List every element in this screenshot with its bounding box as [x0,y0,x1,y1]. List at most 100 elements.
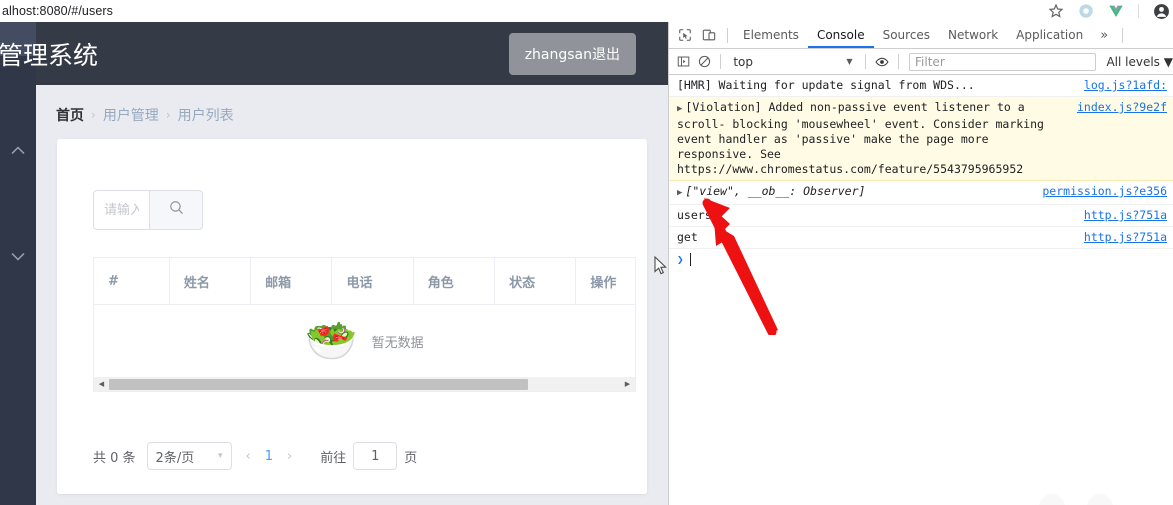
table-horizontal-scrollbar[interactable]: ◀ ▶ [93,377,636,392]
page-size-label: 2条/页 [155,450,195,466]
chevron-down-icon: ▼ [846,57,853,66]
app-sidebar[interactable] [0,22,36,505]
jump-prefix-label: 前往 [320,450,347,466]
console-message: [HMR] Waiting for update signal from WDS… [677,78,975,92]
table-header: # 姓名 邮箱 电话 角色 状态 操作 [93,257,636,305]
address-bar[interactable]: alhost:8080/#/users [0,0,113,22]
console-filter-input[interactable] [909,52,1097,71]
profile-avatar-icon[interactable] [1153,3,1169,19]
chevron-down-icon[interactable] [0,246,36,266]
console-messages: [HMR] Waiting for update signal from WDS… [669,75,1173,270]
jump-page-input[interactable] [353,442,398,470]
devtools-tabbar: Elements Console Sources Network Applica… [669,22,1173,49]
console-row-violation[interactable]: ▶ [Violation] Added non-passive event lis… [669,97,1173,181]
pagination-page-1[interactable]: 1 [265,449,273,464]
text-cursor [689,253,691,266]
empty-bowl-icon: 🥗 [305,317,358,364]
search-group [93,190,203,230]
context-label: top [733,54,753,69]
expand-arrow-icon[interactable]: ▶ [677,104,682,114]
tabbar-divider-right [1122,27,1124,43]
console-prompt[interactable]: ❯ [669,249,1173,270]
tab-network[interactable]: Network [939,22,1007,48]
scrollbar-thumb[interactable] [109,378,529,390]
column-header-name[interactable]: 姓名 [169,257,252,305]
page-size-select[interactable]: 2条/页 ▾ [146,442,232,470]
pagination-total: 共 0 条 [93,450,136,466]
extension-circle-icon[interactable] [1078,3,1094,19]
url-text: alhost:8080/#/users [2,4,114,18]
expand-arrow-icon[interactable]: ▶ [677,188,682,198]
filterbar-divider-2 [864,54,866,69]
scroll-left-arrow-icon[interactable]: ◀ [94,377,109,391]
vue-devtools-icon[interactable] [1108,3,1124,19]
column-header-index[interactable]: # [93,257,170,305]
console-context-select[interactable]: top ▼ [727,55,858,69]
log-level-select[interactable]: All levels ▼ [1106,55,1173,69]
tab-sources[interactable]: Sources [874,22,939,48]
filterbar-divider-3 [898,54,900,69]
console-source-link[interactable]: http.js?751a [1084,230,1167,245]
console-row-users[interactable]: users http.js?751a [669,205,1173,227]
empty-state-text: 暂无数据 [371,335,424,351]
observer-text: ["view", __ob__: Observer] [685,184,866,198]
user-table: # 姓名 邮箱 电话 角色 状态 操作 🥗 暂无数据 ◀ ▶ [93,257,636,392]
column-header-actions[interactable]: 操作 [575,257,636,305]
column-header-phone[interactable]: 电话 [331,257,414,305]
console-sidebar-icon[interactable] [673,50,694,74]
column-header-role[interactable]: 角色 [413,257,496,305]
scrollbar-track[interactable] [109,378,620,391]
user-table-element: # 姓名 邮箱 电话 角色 状态 操作 [93,257,636,305]
search-input[interactable] [93,190,149,230]
scroll-right-arrow-icon[interactable]: ▶ [620,377,635,391]
bookmark-star-icon[interactable] [1048,3,1064,19]
chevron-down-icon: ▾ [218,451,223,461]
column-header-email[interactable]: 邮箱 [250,257,333,305]
pagination: 共 0 条 2条/页 ▾ ‹ 1 › 前往 页 [93,442,417,470]
page-title: 管理系统 [0,40,99,70]
console-row-hmr[interactable]: [HMR] Waiting for update signal from WDS… [669,75,1173,97]
console-row-get[interactable]: get http.js?751a [669,227,1173,249]
breadcrumb-item-user-management[interactable]: 用户管理 [103,105,159,125]
pagination-next-icon[interactable]: › [284,449,295,464]
pagination-prev-icon[interactable]: ‹ [243,449,254,464]
console-source-link[interactable]: index.js?9e2f [1077,100,1167,115]
tab-console[interactable]: Console [808,22,874,48]
console-message: ▶ ["view", __ob__: Observer] [677,184,1036,201]
inspect-element-icon[interactable] [673,23,697,47]
live-expression-icon[interactable] [871,50,892,74]
search-icon [168,199,185,221]
tab-elements[interactable]: Elements [734,22,808,48]
console-source-link[interactable]: permission.js?e356 [1042,184,1167,199]
app-header: 管理系统 zhangsan退出 [0,22,668,85]
console-row-observer[interactable]: ▶ ["view", __ob__: Observer] permission.j… [669,181,1173,205]
browser-toolbar-icons [1048,0,1169,22]
main-content: 首页 › 用户管理 › 用户列表 请输入内容 # 姓名 邮箱 电话 角色 状态 … [36,85,668,505]
console-source-link[interactable]: log.js?1afd: [1084,78,1167,93]
breadcrumb-item-home[interactable]: 首页 [56,105,84,125]
mouse-cursor-icon [654,255,667,280]
console-message: users [677,208,712,222]
breadcrumb-item-user-list[interactable]: 用户列表 [178,105,234,125]
tab-application[interactable]: Application [1007,22,1092,48]
devtools-panel: Elements Console Sources Network Applica… [668,22,1173,505]
ghost-circles-decoration [1030,485,1150,505]
jump-suffix-label: 页 [404,450,418,466]
device-toolbar-icon[interactable] [697,23,721,47]
browser-toolbar: alhost:8080/#/users [0,0,1173,22]
filterbar-divider [720,54,722,69]
column-header-status[interactable]: 状态 [494,257,577,305]
screen-root: alhost:8080/#/users 管理系统 zhangsan退出 首页 ›… [0,0,1173,505]
console-message: ▶ [Violation] Added non-passive event lis… [677,100,1071,177]
console-source-link[interactable]: http.js?751a [1084,208,1167,223]
console-message: get [677,230,698,244]
search-button[interactable] [149,190,203,230]
clear-console-icon[interactable] [694,50,715,74]
logout-button[interactable]: zhangsan退出 [508,32,636,75]
more-tabs-icon[interactable]: » [1092,28,1116,43]
toolbar-divider [1138,4,1139,18]
chevron-up-icon[interactable] [0,140,36,160]
breadcrumb-separator-icon: › [91,108,96,122]
breadcrumb: 首页 › 用户管理 › 用户列表 [56,105,234,125]
table-empty-state: 🥗 暂无数据 [93,305,636,377]
